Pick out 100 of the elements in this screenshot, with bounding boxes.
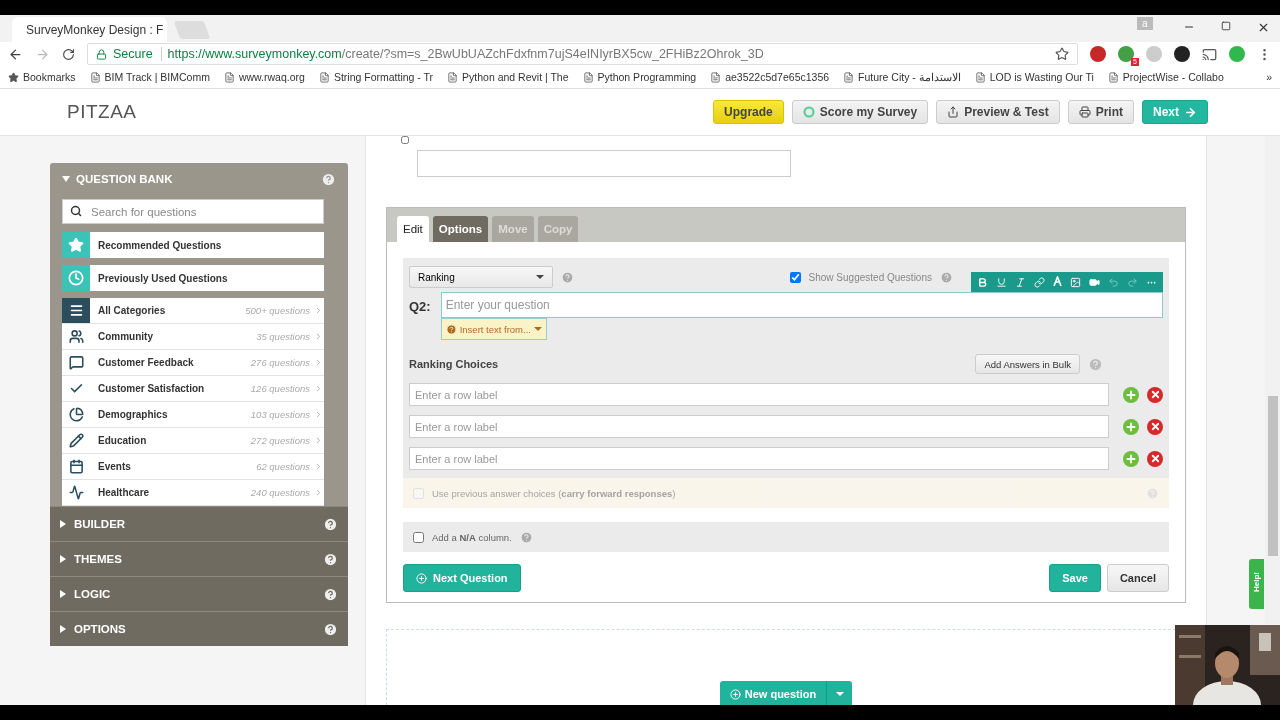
section-title: Ranking Choices <box>409 358 500 370</box>
chevron-icon <box>314 410 323 419</box>
row-label-field[interactable]: Enter a row label <box>409 447 1109 470</box>
category-item[interactable]: Events 62 questions <box>62 454 324 480</box>
checkbox[interactable] <box>398 136 412 144</box>
bookmark-link[interactable]: BIM Track | BIMComm <box>89 71 210 83</box>
header-button[interactable]: Print <box>1067 100 1134 124</box>
cast-icon[interactable] <box>1202 46 1217 62</box>
forward-icon[interactable] <box>35 46 50 62</box>
section-header[interactable]: BUILDER <box>50 506 348 541</box>
reload-icon[interactable] <box>62 47 75 61</box>
bookmark-link[interactable]: LOD is Wasting Our Ti <box>974 71 1094 83</box>
question-field[interactable]: Enter your question <box>440 292 1163 318</box>
underline-icon[interactable] <box>996 276 1007 288</box>
clock-icon <box>62 265 90 291</box>
category-item[interactable]: Customer Satisfaction 126 questions <box>62 376 324 402</box>
triangle-icon <box>60 555 66 563</box>
editor-tab[interactable]: Options <box>432 216 489 242</box>
restore-icon[interactable] <box>1221 21 1231 31</box>
page-icon <box>318 71 330 83</box>
triangle-icon <box>60 625 66 633</box>
page-icon <box>974 71 986 83</box>
section-header[interactable]: THEMES <box>50 541 348 576</box>
shortcut-item[interactable]: Previously Used Questions <box>62 265 324 291</box>
cancel-button[interactable]: Cancel <box>1106 564 1169 592</box>
remove-icon[interactable] <box>1147 450 1163 467</box>
category-item[interactable]: Customer Feedback 276 questions <box>62 350 324 376</box>
video-icon[interactable] <box>1089 276 1100 288</box>
checkbox[interactable] <box>789 271 801 283</box>
browser-tab[interactable]: SurveyMonkey Design : F <box>12 17 167 42</box>
redo-icon[interactable] <box>1127 276 1138 288</box>
page-icon <box>710 71 722 83</box>
more-bookmarks[interactable]: » <box>1266 71 1272 83</box>
add-icon[interactable] <box>1123 418 1139 435</box>
section-header[interactable]: LOGIC <box>50 576 348 611</box>
ring-icon <box>802 106 815 118</box>
bookmark-link[interactable]: ProjectWise - Collabo <box>1107 71 1224 83</box>
logo-text: PITZAA <box>67 101 138 123</box>
bookmark-link[interactable]: String Formatting - Tr <box>318 71 434 83</box>
bulk-answers-button[interactable]: Add Answers in Bulk <box>975 354 1080 374</box>
category-item[interactable]: All Categories 500+ questions <box>62 298 324 324</box>
image-icon[interactable] <box>1070 276 1081 288</box>
page-icon <box>223 71 235 83</box>
help-icon[interactable] <box>323 551 338 567</box>
page-icon <box>89 71 101 83</box>
bookmark-link[interactable]: Python Programming <box>582 71 697 83</box>
bold-icon[interactable] <box>977 276 988 288</box>
chevron-icon <box>314 358 323 367</box>
bookmark-link[interactable]: Python and Revit | The <box>447 71 569 83</box>
remove-icon[interactable] <box>1147 418 1163 435</box>
chevron-icon <box>314 462 323 471</box>
header-button[interactable]: Preview & Test <box>936 100 1060 124</box>
scrollbar-thumb[interactable] <box>1268 396 1278 556</box>
help-icon[interactable] <box>321 171 336 187</box>
insert-text-button[interactable]: Insert text from... <box>440 318 547 340</box>
star-icon <box>8 71 19 83</box>
bookmark-link[interactable]: ae3522c5d7e65c1356 <box>710 71 830 83</box>
shortcut-item[interactable]: Recommended Questions <box>62 232 324 258</box>
triangle-icon <box>62 176 70 182</box>
back-icon[interactable] <box>8 46 23 62</box>
remove-icon[interactable] <box>1147 386 1163 403</box>
close-icon[interactable] <box>1257 21 1270 34</box>
chevron-icon <box>314 332 323 341</box>
help-icon[interactable] <box>323 516 338 532</box>
link-icon[interactable] <box>1034 276 1045 288</box>
header-button[interactable]: Upgrade <box>713 100 784 124</box>
search-field[interactable]: Search for questions <box>62 199 324 224</box>
editor-tab[interactable]: Edit <box>397 216 429 242</box>
category-item[interactable]: Community 35 questions <box>62 324 324 350</box>
chevron-icon <box>314 306 323 315</box>
category-item[interactable]: Demographics 103 questions <box>62 402 324 428</box>
caret-icon <box>536 275 544 279</box>
arrow-icon <box>1184 105 1197 119</box>
category-item[interactable]: Education 272 questions <box>62 428 324 454</box>
help-icon <box>445 323 457 335</box>
help-icon[interactable] <box>323 621 338 637</box>
italic-icon[interactable] <box>1015 276 1026 288</box>
address-bar[interactable]: Secure https://www.surveymonkey.com/create/?sm=s_2BwUbUAZchFdxfnm7ujS4eINIyrBX5cw_2FHiBz2Ohrok_3D <box>87 43 1078 65</box>
bookmark-link[interactable]: Future City - الاستدامة <box>843 71 961 83</box>
add-icon[interactable] <box>1123 450 1139 467</box>
checkbox[interactable] <box>413 531 424 543</box>
header-button[interactable]: Score my Survey <box>791 100 929 124</box>
undo-icon[interactable] <box>1108 276 1119 288</box>
row-label-field[interactable]: Enter a row label <box>409 383 1109 406</box>
section-header[interactable]: OPTIONS <box>50 611 348 646</box>
star-icon[interactable] <box>1055 47 1069 61</box>
bookmark-link[interactable]: www.rwaq.org <box>223 71 305 83</box>
chevron-icon <box>314 384 323 393</box>
extension-icon[interactable] <box>1174 46 1190 62</box>
question-type-select[interactable]: Ranking <box>409 266 553 288</box>
bookmark-link[interactable]: Bookmarks <box>8 71 76 83</box>
category-item[interactable]: Healthcare 240 questions <box>62 480 324 506</box>
page-icon <box>1107 71 1119 83</box>
carry-forward-label: Use previous answer choices (carry forward responses) <box>432 487 676 499</box>
chevron-icon <box>314 436 323 445</box>
help-icon[interactable] <box>323 586 338 602</box>
row-label-field[interactable]: Enter a row label <box>409 415 1109 438</box>
answer-field[interactable] <box>417 150 791 177</box>
text-color-icon[interactable] <box>1053 276 1062 288</box>
add-icon[interactable] <box>1123 386 1139 403</box>
